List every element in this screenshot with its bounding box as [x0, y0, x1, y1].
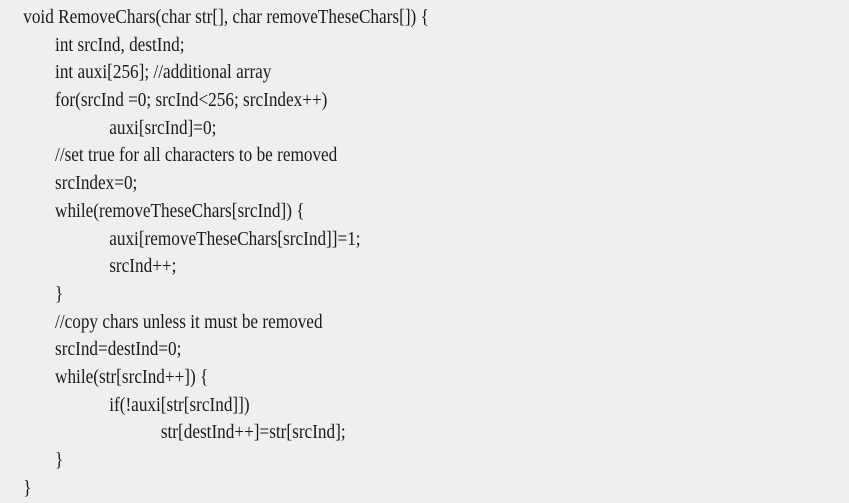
code-line: auxi[srcInd]=0; [109, 116, 217, 139]
code-line: auxi[removeTheseChars[srcInd]]=1; [109, 227, 361, 250]
code-line: srcIndex=0; [55, 172, 138, 195]
code-line: //copy chars unless it must be removed [55, 310, 323, 333]
code-line: str[destInd++]=str[srcInd]; [160, 421, 346, 444]
code-line: } [55, 282, 64, 305]
code-line: while(str[srcInd++]) { [55, 365, 209, 388]
code-line: while(removeTheseChars[srcInd]) { [55, 199, 305, 222]
code-line: srcInd++; [109, 255, 177, 278]
code-line: int auxi[256]; //additional array [55, 61, 272, 84]
code-line: for(srcInd =0; srcInd<256; srcIndex++) [55, 89, 328, 112]
code-line: } [23, 476, 32, 499]
code-line: void RemoveChars(char str[], char remove… [23, 6, 429, 28]
code-line: //set true for all characters to be remo… [55, 144, 338, 167]
code-listing: void RemoveChars(char str[], char remove… [0, 0, 849, 503]
code-line: srcInd=destInd=0; [55, 338, 182, 361]
code-line: if(!auxi[str[srcInd]]) [109, 393, 250, 416]
code-line: int srcInd, destInd; [55, 33, 185, 56]
code-line: } [55, 449, 64, 471]
